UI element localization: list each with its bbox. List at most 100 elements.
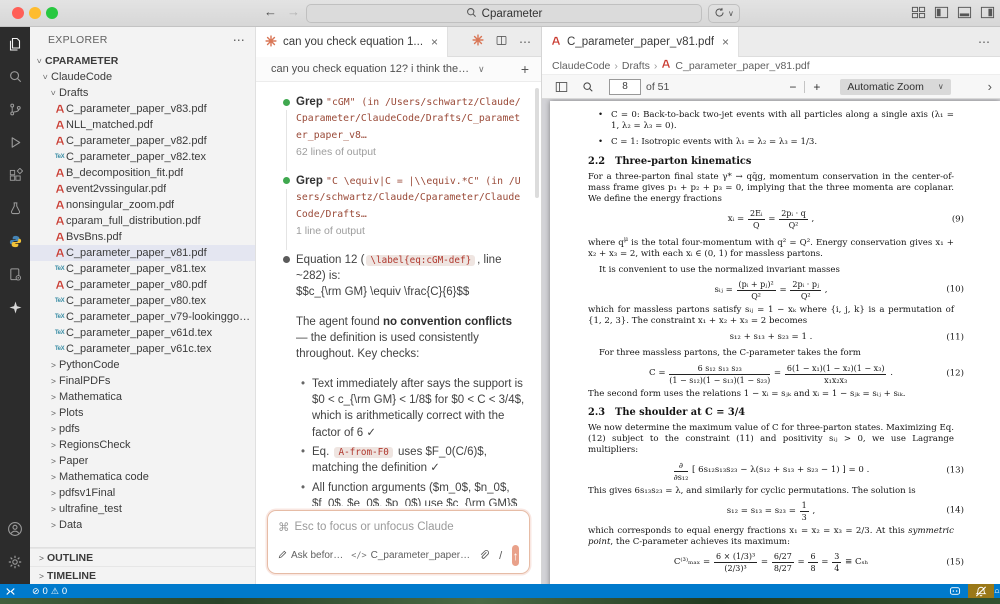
tree-item[interactable]: > Mathematica code [30,469,255,485]
testing-icon[interactable] [0,192,30,225]
notifications-bell-icon[interactable] [994,586,1000,597]
tree-item[interactable]: > Drafts [30,85,255,101]
search-icon[interactable] [0,60,30,93]
problems-indicator[interactable]: ⊘ 0 ⚠ 0 [32,586,67,597]
attach-file-button[interactable] [478,549,490,563]
python-icon[interactable] [0,225,30,258]
breadcrumb[interactable]: ClaudeCode › Drafts › C_parameter_paper_v81.… [542,57,1000,74]
tree-item[interactable]: cparam_full_distribution.pdf [30,213,255,229]
refresh-button[interactable]: ∨ [708,4,740,23]
do-not-disturb-bell-icon[interactable] [968,584,994,598]
chevron-down-icon[interactable]: ∨ [478,64,485,75]
toggle-secondary-sidebar-icon[interactable] [980,5,995,20]
page-number-input[interactable]: 8 [609,78,641,95]
tree-item[interactable]: C_parameter_paper_v82.pdf [30,133,255,149]
back-arrow-icon[interactable]: ← [264,4,277,19]
more-actions-icon[interactable]: ⋯ [978,35,990,49]
permission-mode-button[interactable]: Ask befor… [278,550,343,562]
remote-explorer-icon[interactable] [0,258,30,291]
tree-item[interactable]: > PythonCode [30,357,255,373]
forward-arrow-icon[interactable]: → [287,4,300,19]
tree-item[interactable]: C_parameter_paper_v81.pdf [30,245,255,261]
tree-item[interactable]: > CPARAMETER [30,53,255,69]
chevron-down-icon: ∨ [937,82,944,91]
tree-item[interactable]: TeX C_parameter_paper_v79-lookinggood-… [30,309,255,325]
zoom-window-button[interactable] [46,7,58,19]
close-icon[interactable]: × [722,35,729,49]
slash-command-button[interactable]: / [497,550,504,562]
toggle-panel-icon[interactable] [957,5,972,20]
source-control-icon[interactable] [0,93,30,126]
tree-item[interactable]: > Data [30,517,255,533]
close-window-button[interactable] [12,7,24,19]
tree-item[interactable]: > pdfs [30,421,255,437]
tool-output-meta[interactable]: 62 lines of output [296,145,525,160]
pdf-editor: C_parameter_paper_v81.pdf × ⋯ ClaudeCode… [542,27,1000,584]
toggle-primary-sidebar-icon[interactable] [934,5,949,20]
minimize-window-button[interactable] [29,7,41,19]
breadcrumb-item[interactable]: ClaudeCode [552,60,610,72]
accounts-icon[interactable] [0,512,30,545]
customize-layout-icon[interactable] [911,5,926,20]
send-button[interactable]: ↑ [512,545,519,566]
zoom-select[interactable]: Automatic Zoom ∨ [840,78,951,95]
pdf-tab[interactable]: C_parameter_paper_v81.pdf × [542,27,740,57]
zoom-in-button[interactable]: + [805,80,828,94]
tree-item[interactable]: TeX C_parameter_paper_v80.tex [30,293,255,309]
tree-item[interactable]: TeX C_parameter_paper_v61d.tex [30,325,255,341]
chat-input-box[interactable]: ⌘ Esc to focus or unfocus Claude Ask bef… [267,510,530,574]
run-debug-icon[interactable] [0,126,30,159]
extensions-icon[interactable] [0,159,30,192]
close-icon[interactable]: × [431,35,438,49]
claude-extension-icon[interactable] [0,291,30,324]
new-chat-button[interactable]: + [521,61,529,77]
tree-item[interactable]: BvsBns.pdf [30,229,255,245]
tree-item[interactable]: > RegionsCheck [30,437,255,453]
pdf-equation: sᵢⱼ = (pᵢ + pⱼ)² Q² = 2pᵢ · pⱼ Q² , (10) [588,280,964,301]
tool-name: Grep [296,96,323,108]
chat-scrollbar[interactable] [535,88,539,198]
chat-tab[interactable]: can you check equation 1... × [256,27,449,57]
tree-item-label: C_parameter_paper_v61c.tex [66,343,212,355]
sidebar-section-outline[interactable]: > OUTLINE [30,548,255,566]
tree-item[interactable]: > FinalPDFs [30,373,255,389]
tree-item[interactable]: nonsingular_zoom.pdf [30,197,255,213]
zoom-out-button[interactable]: − [781,80,804,94]
context-file-button[interactable]: </> C_parameter_paper… [351,550,470,561]
pdf-viewport[interactable]: • C = 0: Back-to-back two-jet events with… [542,99,1000,584]
breadcrumb-item[interactable]: Drafts [622,60,650,72]
tree-item[interactable]: C_parameter_paper_v80.pdf [30,277,255,293]
tree-item[interactable]: > ClaudeCode [30,69,255,85]
equation-text: = [758,557,771,568]
tree-item[interactable]: TeX C_parameter_paper_v82.tex [30,149,255,165]
tree-item[interactable]: C_parameter_paper_v83.pdf [30,101,255,117]
tree-item[interactable]: > Mathematica [30,389,255,405]
tree-item[interactable]: > Paper [30,453,255,469]
tree-item[interactable]: B_decomposition_fit.pdf [30,165,255,181]
tree-item[interactable]: TeX C_parameter_paper_v81.tex [30,261,255,277]
settings-gear-icon[interactable] [0,545,30,578]
tree-item[interactable]: > pdfsv1Final [30,485,255,501]
tree-item[interactable]: event2vssingular.pdf [30,181,255,197]
more-actions-icon[interactable]: ⋯ [519,35,531,49]
copilot-icon[interactable] [942,584,968,598]
command-center-search[interactable]: Cparameter [306,4,702,23]
tree-item[interactable]: > Plots [30,405,255,421]
explorer-icon[interactable] [0,27,30,60]
pdf-search-icon[interactable] [582,81,594,93]
chevron-down-icon: > [48,90,59,96]
split-editor-icon[interactable] [495,34,508,50]
tree-item[interactable]: > ultrafine_test [30,501,255,517]
remote-indicator-icon[interactable] [0,584,20,598]
conversation-title-row[interactable]: can you check equation 12? i think the c… [256,57,541,82]
tree-item[interactable]: TeX C_parameter_paper_v61c.tex [30,341,255,357]
tree-item[interactable]: NLL_matched.pdf [30,117,255,133]
tool-output-meta[interactable]: 1 line of output [296,224,525,239]
chevron-right-icon: > [51,488,56,498]
claude-spark-icon[interactable] [472,34,484,49]
toggle-pdf-sidebar-icon[interactable] [555,81,568,93]
toolbar-overflow-icon[interactable]: › [988,79,994,94]
sidebar-section-timeline[interactable]: > TIMELINE [30,566,255,584]
breadcrumb-item[interactable]: C_parameter_paper_v81.pdf [661,59,810,72]
explorer-more-icon[interactable]: ⋯ [233,33,245,47]
